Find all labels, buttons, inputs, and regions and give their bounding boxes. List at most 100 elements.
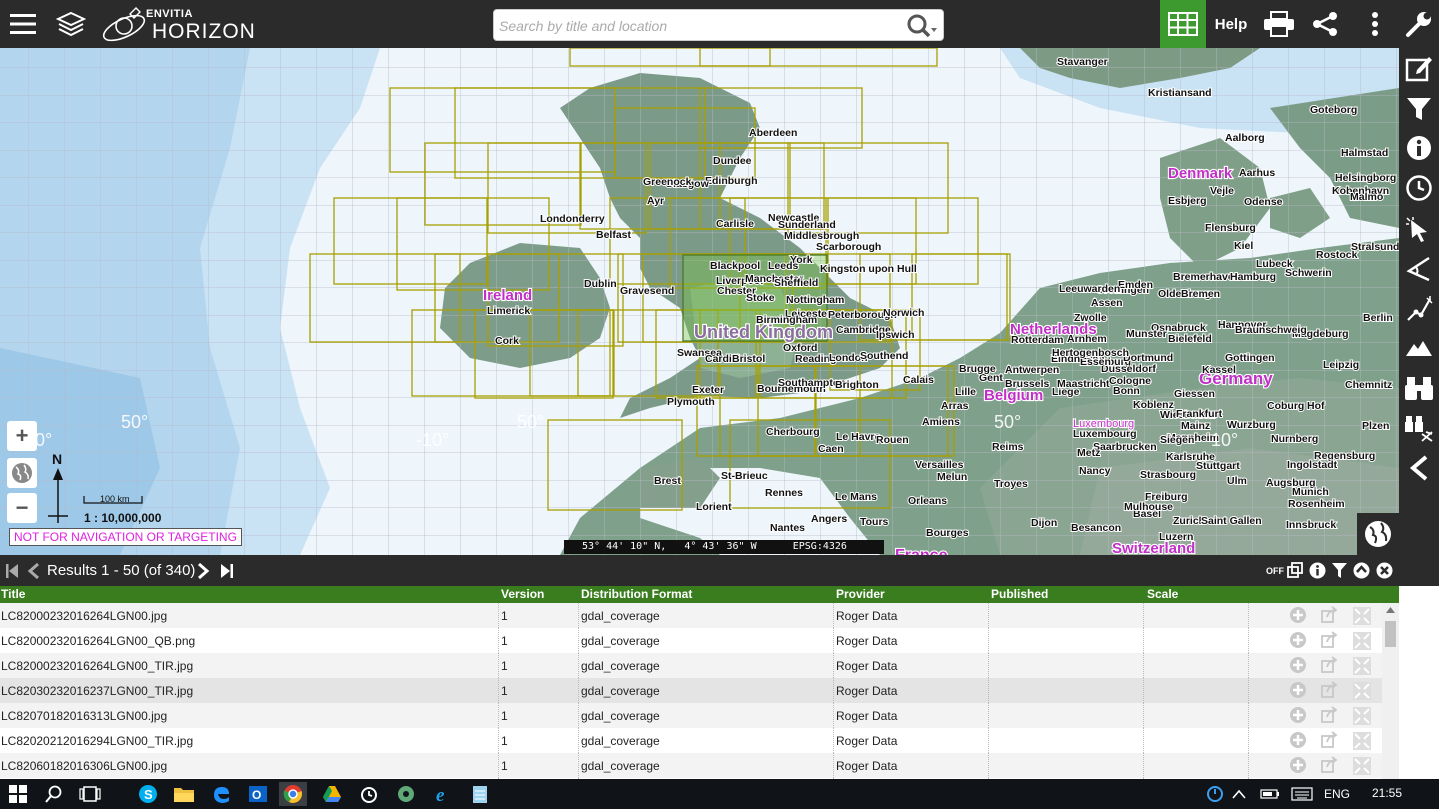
globe-home-button[interactable] (7, 458, 37, 488)
filter-icon[interactable] (1403, 93, 1435, 125)
zoom-to-extent-icon[interactable] (1352, 631, 1372, 654)
collapse-panel-icon[interactable] (1403, 452, 1435, 484)
alarm-clock-icon[interactable] (355, 782, 383, 806)
results-toolbar: Results 1 - 50 (of 340) OFF (0, 555, 1439, 586)
select-pointer-icon[interactable] (1403, 214, 1435, 246)
task-view-icon[interactable] (76, 782, 104, 806)
zoom-out-button[interactable]: − (7, 493, 37, 523)
last-page-icon[interactable] (220, 563, 234, 584)
column-title[interactable]: Title (1, 587, 25, 601)
open-external-icon[interactable] (1320, 706, 1338, 727)
first-page-icon[interactable] (5, 563, 19, 584)
close-results-icon[interactable] (1376, 562, 1393, 584)
table-row[interactable]: LC82000232016264LGN00_QB.png 1 gdal_covera… (0, 628, 1382, 653)
city-label: Innsbruck (1286, 519, 1336, 531)
add-to-map-icon[interactable] (1289, 606, 1307, 627)
notepad-icon[interactable] (466, 782, 494, 806)
print-icon[interactable] (1260, 0, 1298, 48)
previous-page-icon[interactable] (26, 562, 40, 584)
outlook-icon[interactable]: O (244, 782, 272, 806)
column-distribution-format[interactable]: Distribution Format (581, 587, 692, 601)
table-row[interactable]: LC82000232016264LGN00.jpg 1 gdal_coverage R… (0, 603, 1382, 628)
footprints-toggle[interactable]: OFF (1266, 566, 1284, 576)
zoom-to-extent-icon[interactable] (1352, 706, 1372, 729)
open-external-icon[interactable] (1320, 756, 1338, 777)
globe-icon (1365, 521, 1391, 547)
city-label: Gottingen (1225, 352, 1275, 364)
more-options-icon[interactable] (1360, 0, 1390, 48)
scroll-up-icon[interactable] (1353, 562, 1370, 584)
cell-title: LC82000232016264LGN00.jpg (1, 609, 168, 623)
open-external-icon[interactable] (1320, 731, 1338, 752)
results-grid-button[interactable] (1160, 0, 1206, 48)
add-to-map-icon[interactable] (1289, 631, 1307, 652)
edge-browser-icon[interactable] (207, 782, 235, 806)
table-row[interactable]: LC82070182016313LGN00.jpg 1 gdal_coverage R… (0, 703, 1382, 728)
zoom-to-extent-icon[interactable] (1352, 606, 1372, 629)
column-version[interactable]: Version (501, 587, 544, 601)
table-row[interactable]: LC82020212016294LGN00_TIR.jpg 1 gdal_cover… (0, 728, 1382, 753)
hamburger-menu-icon[interactable] (6, 0, 40, 48)
add-to-map-icon[interactable] (1289, 756, 1307, 777)
table-row[interactable]: LC82000232016264LGN00_TIR.jpg 1 gdal_cover… (0, 653, 1382, 678)
add-to-map-icon[interactable] (1289, 706, 1307, 727)
open-external-icon[interactable] (1320, 681, 1338, 702)
next-page-icon[interactable] (197, 562, 211, 584)
search-taskbar-icon[interactable] (40, 782, 68, 806)
terrain-profile-icon[interactable] (1403, 332, 1435, 364)
zoom-in-button[interactable]: + (7, 421, 37, 451)
search-input[interactable] (499, 14, 899, 38)
app-gear-icon[interactable] (392, 782, 420, 806)
results-scrollbar[interactable] (1382, 603, 1399, 779)
zoom-to-extent-icon[interactable] (1352, 656, 1372, 679)
table-row[interactable]: LC82060182016306LGN00.jpg 1 gdal_coverage R… (0, 753, 1382, 778)
results-info-icon[interactable] (1309, 562, 1326, 584)
globe-icon (12, 463, 32, 483)
add-to-map-icon[interactable] (1289, 656, 1307, 677)
scroll-up-arrow-icon[interactable] (1386, 607, 1395, 613)
windows-start-icon[interactable] (4, 782, 32, 806)
help-button[interactable]: Help (1210, 0, 1252, 48)
layers-icon[interactable] (54, 0, 88, 48)
measure-path-icon[interactable] (1403, 293, 1435, 325)
input-language[interactable]: ENG (1324, 787, 1350, 801)
viewshed-icon[interactable] (1403, 412, 1435, 444)
file-explorer-icon[interactable] (170, 782, 198, 806)
add-to-map-icon[interactable] (1289, 731, 1307, 752)
add-to-map-icon[interactable] (1289, 681, 1307, 702)
city-label: Antwerpen (1005, 364, 1059, 376)
globe-view-button[interactable] (1357, 513, 1399, 555)
internet-explorer-icon[interactable]: e (429, 782, 457, 806)
open-external-icon[interactable] (1320, 631, 1338, 652)
binoculars-icon[interactable] (1403, 372, 1435, 404)
map-view[interactable]: Ireland United Kingdom Netherlands Belgi… (0, 48, 1399, 555)
edit-icon[interactable] (1403, 52, 1435, 84)
column-separator (833, 728, 834, 753)
measure-angle-icon[interactable] (1403, 253, 1435, 285)
zoom-to-extent-icon[interactable] (1352, 756, 1372, 779)
scrollbar-thumb[interactable] (1385, 621, 1396, 647)
battery-icon[interactable] (1256, 782, 1284, 806)
search-icon[interactable] (904, 12, 940, 40)
overlay-toggle-icon[interactable] (1287, 562, 1303, 584)
open-external-icon[interactable] (1320, 656, 1338, 677)
keyboard-icon[interactable] (1288, 782, 1316, 806)
open-external-icon[interactable] (1320, 606, 1338, 627)
zoom-to-extent-icon[interactable] (1352, 731, 1372, 754)
clock-icon[interactable] (1403, 172, 1435, 204)
zoom-to-extent-icon[interactable] (1352, 681, 1372, 704)
table-row[interactable]: LC82030232016237LGN00_TIR.jpg 1 gdal_cover… (0, 678, 1382, 703)
wrench-icon[interactable] (1402, 0, 1436, 48)
taskbar-clock[interactable]: 21:55 (1372, 786, 1402, 800)
column-provider[interactable]: Provider (836, 587, 885, 601)
results-filter-icon[interactable] (1331, 562, 1348, 584)
column-scale[interactable]: Scale (1147, 587, 1178, 601)
column-published[interactable]: Published (991, 587, 1048, 601)
chrome-icon[interactable] (279, 782, 307, 806)
country-label: Denmark (1168, 165, 1233, 182)
share-icon[interactable] (1308, 0, 1342, 48)
info-icon[interactable] (1403, 132, 1435, 164)
skype-icon[interactable]: S (134, 782, 162, 806)
drive-app-icon[interactable] (318, 782, 346, 806)
show-hidden-icons-icon[interactable] (1225, 782, 1253, 806)
